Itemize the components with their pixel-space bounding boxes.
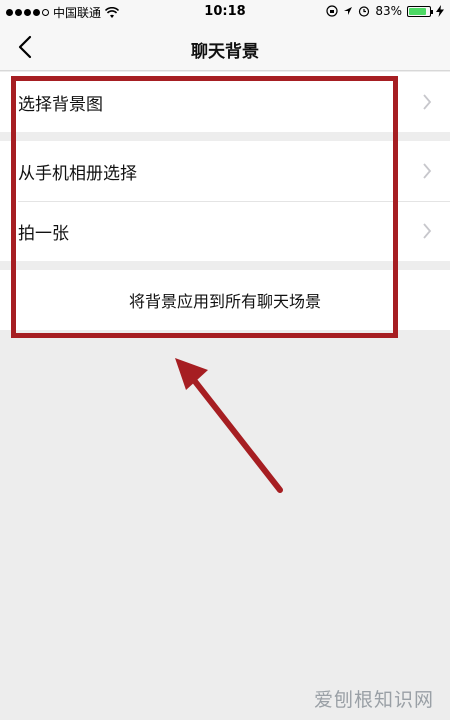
list-item-label: 拍一张 bbox=[18, 223, 69, 244]
settings-group-1: 选择背景图 bbox=[0, 72, 450, 132]
settings-group-3: 将背景应用到所有聊天场景 bbox=[0, 270, 450, 330]
take-photo-item[interactable]: 拍一张 bbox=[0, 201, 450, 261]
page-title: 聊天背景 bbox=[191, 42, 259, 62]
settings-group-2: 从手机相册选择 拍一张 bbox=[0, 141, 450, 261]
status-right: 83% bbox=[326, 4, 444, 18]
list-item-label: 选择背景图 bbox=[18, 94, 103, 115]
battery-percent: 83% bbox=[375, 4, 402, 18]
chevron-right-icon bbox=[423, 223, 432, 239]
nav-bar: 聊天背景 bbox=[0, 24, 450, 71]
list-item-label: 从手机相册选择 bbox=[18, 163, 137, 184]
chevron-right-icon bbox=[423, 94, 432, 110]
alarm-icon bbox=[359, 6, 370, 17]
charging-icon bbox=[436, 5, 444, 17]
select-background-item[interactable]: 选择背景图 bbox=[0, 72, 450, 132]
status-bar: 中国联通 10:18 83% bbox=[0, 0, 450, 24]
pointer-arrow-icon bbox=[175, 358, 283, 493]
apply-to-all-chats-button[interactable]: 将背景应用到所有聊天场景 bbox=[0, 270, 450, 330]
rotation-lock-icon bbox=[326, 5, 338, 17]
chevron-right-icon bbox=[423, 163, 432, 179]
choose-from-album-item[interactable]: 从手机相册选择 bbox=[0, 141, 450, 201]
apply-all-label: 将背景应用到所有聊天场景 bbox=[128, 292, 321, 311]
battery-icon bbox=[407, 5, 433, 17]
location-icon bbox=[344, 7, 353, 15]
watermark: 爱刨根知识网 bbox=[313, 689, 434, 711]
